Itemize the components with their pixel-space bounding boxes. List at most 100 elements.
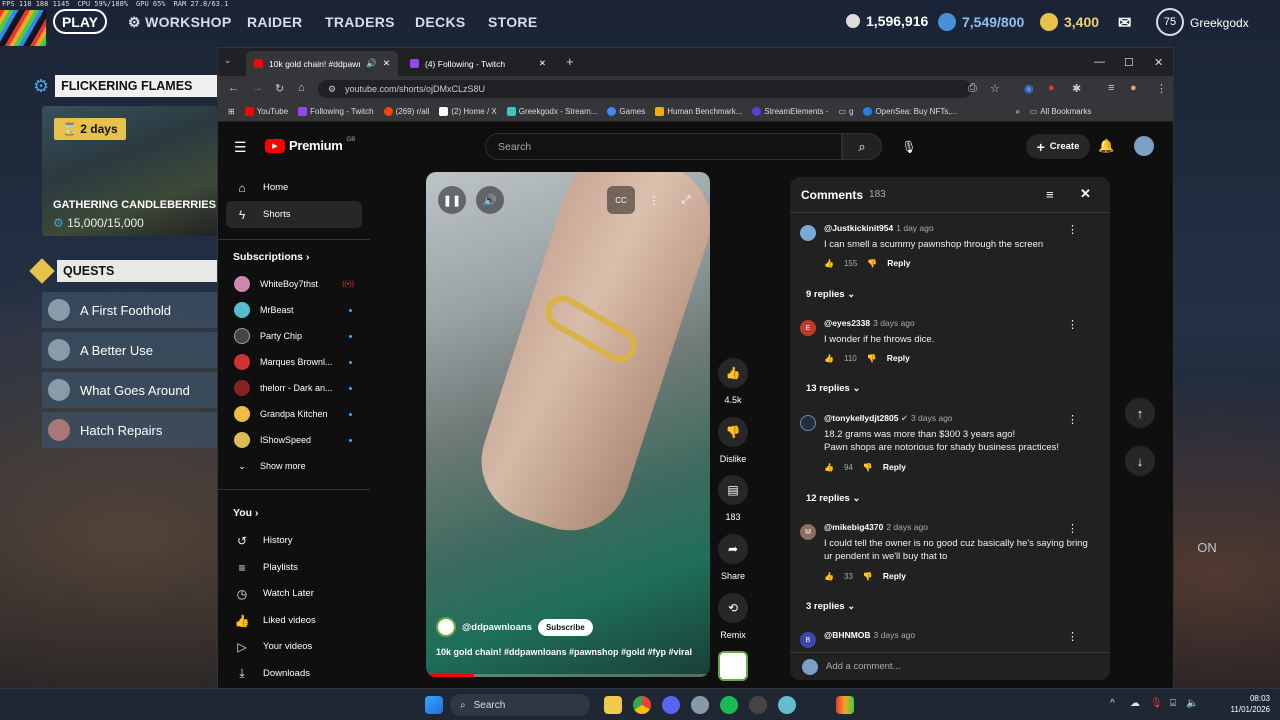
bookmark-x[interactable]: (2) Home / X: [439, 107, 497, 116]
bookmark-stream[interactable]: Greekgodx - Stream...: [506, 107, 597, 116]
volume-icon[interactable]: 🔊: [476, 186, 504, 214]
audio-icon[interactable]: 🔊: [366, 58, 377, 69]
thumbs-down-icon[interactable]: 👎: [863, 572, 873, 581]
nav-workshop[interactable]: ⚙ WORKSHOP: [128, 14, 231, 31]
sidebar-item-your-videos[interactable]: ▷ Your videos: [226, 633, 362, 660]
close-icon[interactable]: ✕: [1080, 186, 1091, 202]
network-icon[interactable]: ⌸: [1170, 698, 1176, 709]
fullscreen-icon[interactable]: ⤢: [672, 186, 700, 214]
comment-menu-icon[interactable]: ⋮: [1067, 413, 1078, 426]
reply-button[interactable]: Reply: [883, 462, 906, 472]
quest-item[interactable]: A First Foothold: [42, 292, 218, 328]
subscription-item[interactable]: Grandpa Kitchen: [226, 401, 362, 427]
windows-start-icon[interactable]: [425, 696, 443, 714]
commenter-avatar[interactable]: [800, 225, 816, 241]
bookmark-twitch[interactable]: Following - Twitch: [298, 107, 374, 116]
all-bookmarks[interactable]: ▭ All Bookmarks: [1030, 107, 1092, 116]
play-button[interactable]: PLAY: [53, 9, 107, 34]
thumbs-up-icon[interactable]: 👍: [824, 259, 834, 268]
sound-thumbnail[interactable]: [718, 651, 748, 688]
microphone-icon[interactable]: 🎙: [1150, 698, 1163, 709]
obs-icon[interactable]: [749, 696, 767, 714]
sidebar-item-downloads[interactable]: ⤓ Downloads: [226, 660, 362, 687]
username[interactable]: Greekgodx: [1190, 16, 1249, 30]
comment-author[interactable]: @mikebig4370 2 days ago: [824, 522, 928, 532]
tab-youtube[interactable]: 10k gold chain! #ddpawnlo 🔊 ✕: [246, 51, 398, 76]
subscription-item[interactable]: Marques Brownl...: [226, 349, 362, 375]
profile-avatar-icon[interactable]: ●: [1130, 82, 1137, 94]
media-controls-icon[interactable]: ≡: [1108, 82, 1114, 94]
install-icon[interactable]: ⎙: [968, 82, 977, 95]
reload-icon[interactable]: ↻: [275, 82, 284, 95]
commenter-avatar[interactable]: M: [800, 524, 816, 540]
nav-traders[interactable]: TRADERS: [325, 14, 395, 30]
notifications-bell-icon[interactable]: 🔔: [1098, 138, 1114, 154]
commenter-avatar[interactable]: B: [800, 632, 816, 648]
nav-store[interactable]: STORE: [488, 14, 537, 30]
short-video-player[interactable]: ❚❚ 🔊 CC ⋮ ⤢ @ddpawnloans Subscribe 10k g…: [426, 172, 710, 677]
subscribe-button[interactable]: Subscribe: [537, 618, 593, 636]
game-icon[interactable]: [836, 696, 854, 714]
home-icon[interactable]: ⌂: [298, 82, 305, 94]
comment-author[interactable]: @eyes2338 3 days ago: [824, 318, 915, 328]
bookmark-folder-g[interactable]: ▭ g: [838, 107, 853, 116]
voice-search-icon[interactable]: 🎙: [896, 134, 922, 160]
account-avatar[interactable]: [1134, 136, 1154, 156]
more-options-icon[interactable]: ⋮: [640, 186, 668, 214]
volume-icon[interactable]: 🔈: [1186, 698, 1198, 709]
quest-item[interactable]: Hatch Repairs: [42, 412, 218, 448]
site-info-icon[interactable]: ⚙: [328, 84, 336, 95]
create-button[interactable]: + Create: [1026, 134, 1090, 159]
back-icon[interactable]: ←: [228, 82, 239, 94]
tab-twitch[interactable]: (4) Following - Twitch ✕: [402, 51, 554, 76]
extensions-puzzle-icon[interactable]: ✱: [1072, 82, 1081, 95]
reply-button[interactable]: Reply: [887, 353, 910, 363]
sidebar-item-liked-videos[interactable]: 👍 Liked videos: [226, 607, 362, 634]
nav-decks[interactable]: DECKS: [415, 14, 466, 30]
bookmark-games[interactable]: Games: [607, 107, 645, 116]
subscription-item[interactable]: Party Chip: [226, 323, 362, 349]
spotify-icon[interactable]: [720, 696, 738, 714]
show-more-button[interactable]: ⌄ Show more: [226, 453, 362, 479]
steam-icon[interactable]: [807, 696, 825, 714]
like-button[interactable]: 👍 4.5k: [718, 358, 748, 405]
commenter-avatar[interactable]: E: [800, 320, 816, 336]
pause-icon[interactable]: ❚❚: [438, 186, 466, 214]
reply-button[interactable]: Reply: [887, 258, 910, 268]
extension-icon[interactable]: ◉: [1024, 82, 1034, 95]
comment-menu-icon[interactable]: ⋮: [1067, 318, 1078, 331]
event-card[interactable]: ⌛ 2 days GATHERING CANDLEBERRIES ⚙ 15,00…: [42, 106, 217, 236]
reply-button[interactable]: Reply: [883, 571, 906, 581]
bookmark-reddit[interactable]: (269) r/all: [383, 107, 429, 116]
thumbs-up-icon[interactable]: 👍: [824, 463, 834, 472]
replies-toggle[interactable]: 9 replies ⌄: [806, 289, 855, 300]
replies-toggle[interactable]: 13 replies ⌄: [806, 383, 860, 394]
you-header[interactable]: You ›: [233, 507, 258, 519]
sort-icon[interactable]: ≡: [1046, 187, 1054, 202]
sidebar-item-playlists[interactable]: ≡ Playlists: [226, 554, 362, 581]
subscription-item[interactable]: IShowSpeed: [226, 427, 362, 453]
thumbs-up-icon[interactable]: 👍: [824, 354, 834, 363]
tray-chevron-icon[interactable]: ^: [1110, 698, 1115, 709]
thumbs-down-icon[interactable]: 👎: [867, 354, 877, 363]
forward-icon[interactable]: →: [252, 82, 263, 94]
bookmark-human-benchmark[interactable]: Human Benchmark...: [655, 107, 742, 116]
close-tab-icon[interactable]: ✕: [539, 58, 546, 69]
new-tab-icon[interactable]: +: [566, 54, 574, 69]
short-caption[interactable]: 10k gold chain! #ddpawnloans #pawnshop #…: [436, 647, 692, 657]
comments-button[interactable]: ▤ 183: [718, 475, 748, 522]
close-tab-icon[interactable]: ✕: [383, 58, 390, 69]
minimize-icon[interactable]: —: [1094, 56, 1105, 68]
subscriptions-header[interactable]: Subscriptions ›: [233, 251, 309, 263]
subscription-item[interactable]: WhiteBoy7thst ((•)): [226, 271, 362, 297]
comment-menu-icon[interactable]: ⋮: [1067, 223, 1078, 236]
sidebar-item-home[interactable]: ⌂ Home: [226, 174, 362, 201]
sidebar-item-watch-later[interactable]: ◷ Watch Later: [226, 580, 362, 607]
sidebar-item-shorts[interactable]: ϟ Shorts: [226, 201, 362, 228]
quest-item[interactable]: What Goes Around: [42, 372, 218, 408]
comment-menu-icon[interactable]: ⋮: [1067, 630, 1078, 643]
comment-menu-icon[interactable]: ⋮: [1067, 522, 1078, 535]
video-progress-track[interactable]: [426, 674, 710, 677]
quest-item[interactable]: A Better Use: [42, 332, 218, 368]
thumbs-down-icon[interactable]: 👎: [867, 259, 877, 268]
